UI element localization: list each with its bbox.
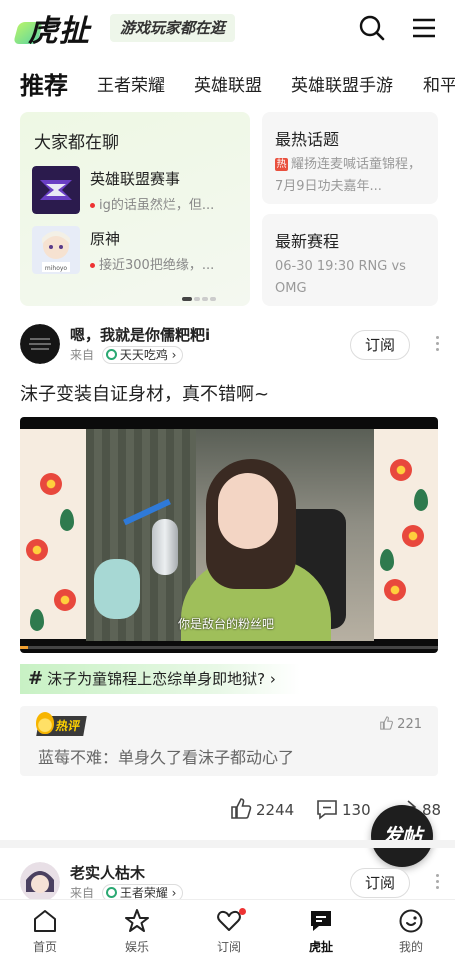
video-frame: 你是敌台的粉丝吧 <box>86 429 374 641</box>
flame-icon <box>36 712 54 734</box>
chat-icon <box>311 911 331 931</box>
tab-honor-of-kings[interactable]: 王者荣耀 <box>97 66 165 106</box>
tab-peace-elite[interactable]: 和平 <box>423 66 455 106</box>
circle-icon <box>105 349 117 360</box>
comment-like[interactable]: 221 <box>379 716 422 732</box>
latest-match-card[interactable]: 最新赛程 06-30 19:30 RNG vs OMG <box>262 214 438 306</box>
create-post-button[interactable]: 发帖 <box>371 805 433 867</box>
hot-comment[interactable]: 热评 221 蓝莓不难：单身久了看沫子都动心了 <box>20 706 438 776</box>
hot-topic-body: 热耀扬连麦喊话童锦程，7月9日功夫嘉年... <box>275 157 422 194</box>
bottom-tab-bar: 首页 娱乐 订阅 虎扯 我的 <box>0 899 455 961</box>
app-header: 虎扯 游戏玩家都在逛 <box>0 0 455 56</box>
hashtag-icon: # <box>28 668 44 689</box>
trending-chats-title: 大家都在聊 <box>34 133 119 153</box>
chat-item-genshin[interactable]: mihoyo 原神 接近300把绝缘，... <box>32 226 242 276</box>
hot-topic-card[interactable]: 最热话题 热耀扬连麦喊话童锦程，7月9日功夫嘉年... <box>262 112 438 204</box>
pager-dot <box>210 297 216 301</box>
avatar[interactable] <box>20 862 60 902</box>
tabbar-entertainment[interactable]: 娱乐 <box>102 908 172 955</box>
pager-dot <box>202 297 208 301</box>
slogan: 游戏玩家都在逛 <box>110 14 236 42</box>
post-header: 嗯，我就是你儒粑粑i 来自 天天吃鸡 › 订阅 <box>20 324 440 368</box>
notification-dot <box>239 908 246 915</box>
chat-item-name: 原神 <box>90 230 121 248</box>
tabbar-home[interactable]: 首页 <box>10 908 80 955</box>
app-logo[interactable]: 虎扯 <box>28 6 90 50</box>
tab-lol-mobile[interactable]: 英雄联盟手游 <box>291 66 393 106</box>
hot-tag-icon: 热 <box>275 158 288 171</box>
post-source: 来自 天天吃鸡 › <box>70 346 184 364</box>
lol-esports-logo-icon <box>32 166 80 214</box>
tab-lol[interactable]: 英雄联盟 <box>194 66 262 106</box>
svg-text:mihoyo: mihoyo <box>45 265 68 272</box>
tabbar-huche[interactable]: 虎扯 <box>286 908 356 955</box>
video-progress-bar[interactable] <box>20 646 438 649</box>
video-subtitle: 你是敌台的粉丝吧 <box>178 617 275 631</box>
thumb-up-icon <box>231 798 252 819</box>
thumb-up-icon <box>380 716 394 730</box>
trending-chats-card: 大家都在聊 英雄联盟赛事 ig的话虽然烂，但... mihoyo 原神 接近30… <box>20 112 250 306</box>
chat-item-snippet: 接近300把绝缘，... <box>90 254 240 273</box>
topic-chip[interactable]: # 沫子为童锦程上恋综单身即地狱? › <box>20 664 300 694</box>
star-icon <box>125 909 149 932</box>
comment-icon <box>317 800 337 820</box>
author-name[interactable]: 嗯，我就是你儒粑粑i <box>70 324 210 345</box>
post-video[interactable]: 你是敌台的粉丝吧 <box>20 417 438 653</box>
chat-item-name: 英雄联盟赛事 <box>90 170 181 188</box>
circle-link[interactable]: 天天吃鸡 › <box>101 346 184 364</box>
more-options-icon[interactable] <box>434 874 440 892</box>
microphone-image <box>152 519 178 575</box>
hot-comment-text: 蓝莓不难：单身久了看沫子都动心了 <box>38 748 295 767</box>
genshin-logo-icon: mihoyo <box>32 226 80 274</box>
hot-topic-title: 最热话题 <box>275 130 340 149</box>
comment-action[interactable]: 130 <box>316 798 371 821</box>
subscribe-button[interactable]: 订阅 <box>350 868 410 898</box>
category-tabs: 推荐 王者荣耀 英雄联盟 英雄联盟手游 和平 <box>0 66 455 106</box>
pager-dot <box>194 297 200 301</box>
latest-match-body: 06-30 19:30 RNG vs OMG <box>275 259 406 296</box>
pager-dot-active <box>182 297 192 301</box>
home-icon <box>34 910 56 932</box>
latest-match-title: 最新赛程 <box>275 232 340 251</box>
search-icon[interactable] <box>358 14 386 42</box>
video-floral-border <box>374 429 438 639</box>
tabbar-profile[interactable]: 我的 <box>376 908 446 955</box>
tab-recommend[interactable]: 推荐 <box>20 66 68 106</box>
more-options-icon[interactable] <box>434 336 440 354</box>
author-name[interactable]: 老实人枯木 <box>70 862 145 883</box>
post-divider <box>0 840 455 848</box>
video-progress-fill <box>20 646 29 649</box>
tabbar-label: 首页 <box>32 940 57 954</box>
profile-icon <box>399 909 423 933</box>
like-action[interactable]: 2244 <box>230 798 294 821</box>
video-floral-border <box>20 429 86 639</box>
circle-icon <box>105 887 117 898</box>
carousel-pager <box>182 286 218 301</box>
tabbar-label: 娱乐 <box>124 940 149 954</box>
chat-item-snippet: ig的话虽然烂，但... <box>90 194 240 213</box>
tabbar-label: 虎扯 <box>308 940 333 954</box>
tabbar-subscriptions[interactable]: 订阅 <box>194 908 264 955</box>
tabbar-label: 订阅 <box>216 940 241 954</box>
post-text[interactable]: 沫子变装自证身材，真不错啊~ <box>20 380 269 406</box>
chat-item-lol-esports[interactable]: 英雄联盟赛事 ig的话虽然烂，但... <box>32 166 242 216</box>
avatar[interactable] <box>20 324 60 364</box>
subscribe-button[interactable]: 订阅 <box>350 330 410 360</box>
menu-icon[interactable] <box>410 14 438 42</box>
tabbar-label: 我的 <box>398 940 423 954</box>
